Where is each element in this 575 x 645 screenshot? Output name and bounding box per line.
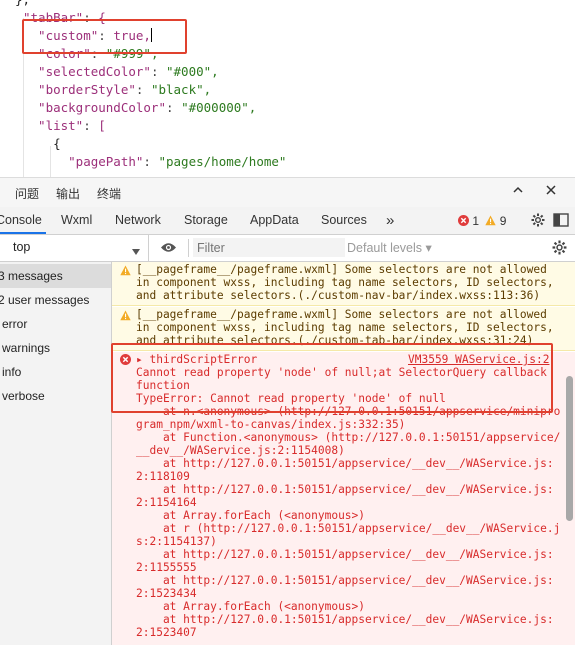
tab-wxml[interactable]: Wxml [61,207,92,234]
chevron-up-icon[interactable] [512,183,524,199]
close-icon[interactable] [545,183,557,199]
sidebar-item-messages[interactable]: 3 messages [0,264,111,288]
tab-appdata[interactable]: AppData [250,207,299,234]
devtools-tabs: Console Wxml Network Storage AppData Sou… [0,207,575,235]
code-line: "borderStyle": "black", [23,82,212,97]
context-label: top [13,240,31,254]
error-stack-line: at r (http://127.0.0.1:50151/appservice/… [136,522,561,535]
warning-icon [485,215,497,226]
error-stack-line: s:2:1154137) [136,535,217,548]
sidebar-item-user-messages[interactable]: 2 user messages [0,288,111,312]
eye-icon[interactable] [160,241,177,259]
console-sidebar: 3 messages 2 user messages error warning… [0,262,112,645]
error-stack-line: 2:118109 [136,470,190,483]
console-warning-message: [__pageframe__/pageframe.wxml] Some sele… [112,262,575,306]
tab-sources[interactable]: Sources [321,207,367,234]
error-stack-line: at Function.<anonymous> (http://127.0.0.… [136,431,561,444]
filter-input[interactable] [193,238,345,257]
error-icon [458,215,469,226]
error-count: 1 [472,214,480,228]
code-line: { [23,136,61,151]
caret-down-icon [132,243,140,261]
error-highlight-box [111,343,553,413]
context-selector[interactable]: top [0,235,149,261]
console-settings-icon[interactable] [552,240,567,260]
error-stack-line: 2:1154164 [136,496,197,509]
error-stack-line: at http://127.0.0.1:50151/appservice/__d… [136,483,554,496]
warning-icon [120,265,131,276]
error-stack-line: at http://127.0.0.1:50151/appservice/__d… [136,613,554,626]
error-stack-line: at http://127.0.0.1:50151/appservice/__d… [136,548,554,561]
code-line: "list": [ [23,118,106,133]
error-stack-line: __dev__/WAService.js:2:1154008) [136,444,345,457]
code-line: }, [15,0,30,9]
filter-bar: top Default levels ▾ [0,235,575,262]
tab-terminal[interactable]: 终端 [97,185,121,202]
more-tabs-button[interactable]: » [386,207,394,234]
sidebar-item-warnings[interactable]: warnings [0,336,111,360]
error-count-badge[interactable]: 1 9 [458,214,506,228]
tab-console[interactable]: Console [0,207,46,234]
sidebar-item-label: error [2,317,28,331]
code-line: "backgroundColor": "#000000", [23,100,257,115]
message-line: in component wxss, including tag name se… [136,321,554,334]
tab-network[interactable]: Network [115,207,161,234]
filter-divider [188,239,189,257]
error-stack-line: gram_npm/wxml-to-canvas/index.js:332:35) [136,418,406,431]
code-editor[interactable]: },"tabBar": { "custom": true, "color": "… [0,0,575,177]
message-line: and attribute selectors.(./custom-nav-ba… [136,289,541,302]
settings-icon[interactable] [531,213,545,232]
sidebar-item-label: 3 messages [0,269,63,283]
sidebar-item-label: warnings [2,341,51,355]
console-output[interactable]: [__pageframe__/pageframe.wxml] Some sele… [112,262,575,645]
error-stack-line: at Array.forEach (<anonymous>) [136,600,366,613]
highlight-box [22,19,187,54]
sidebar-item-info[interactable]: info [0,360,111,384]
code-line: "selectedColor": "#000", [23,64,219,79]
default-levels-dropdown[interactable]: Default levels ▾ [347,240,432,255]
message-line: [__pageframe__/pageframe.wxml] Some sele… [136,308,547,321]
error-stack-line: 2:1523434 [136,587,197,600]
console-scrollbar[interactable] [566,376,573,521]
sidebar-item-label: 2 user messages [0,293,90,307]
warning-icon [120,310,131,321]
error-stack-line: 2:1523407 [136,626,197,639]
error-stack-line: at Array.forEach (<anonymous>) [136,509,366,522]
code-line: "pagePath": "pages/home/home" [23,154,287,169]
error-stack-line: 2:1155555 [136,561,197,574]
panel-bar: 问题 输出 终端 [0,177,575,208]
tab-output[interactable]: 输出 [56,185,80,202]
sidebar-item-errors[interactable]: error [0,312,111,336]
error-stack-line: at http://127.0.0.1:50151/appservice/__d… [136,574,554,587]
dock-side-icon[interactable] [553,213,569,232]
message-line: [__pageframe__/pageframe.wxml] Some sele… [136,263,547,276]
sidebar-item-verbose[interactable]: verbose [0,384,111,408]
warning-count: 9 [499,214,507,228]
tab-problems[interactable]: 问题 [15,185,39,202]
tab-storage[interactable]: Storage [184,207,228,234]
sidebar-item-label: info [2,365,22,379]
message-line: in component wxss, including tag name se… [136,276,554,289]
error-stack-line: at http://127.0.0.1:50151/appservice/__d… [136,457,554,470]
sidebar-item-label: verbose [2,389,45,403]
